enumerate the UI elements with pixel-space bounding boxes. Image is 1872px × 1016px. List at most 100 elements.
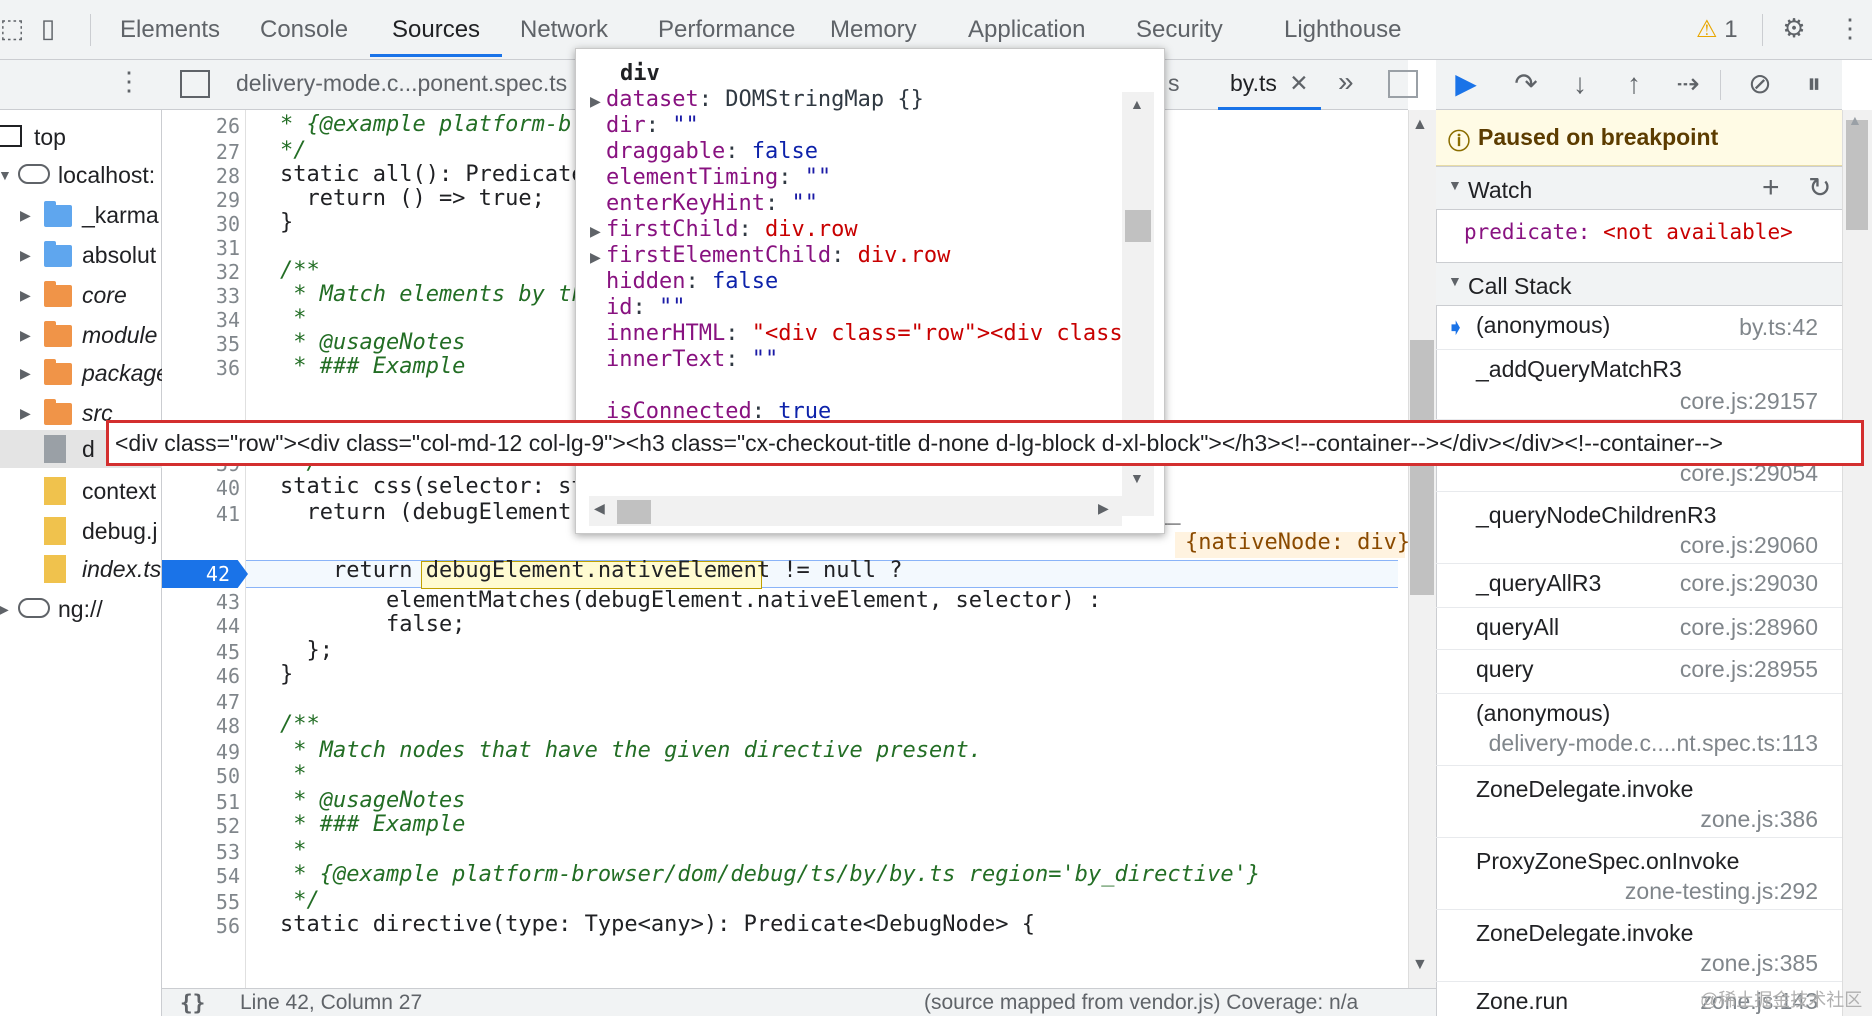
gear-icon[interactable]: ⚙ xyxy=(1776,10,1812,46)
popover-horizontal-scrollbar[interactable] xyxy=(589,496,1122,526)
step-into-icon[interactable]: ↓ xyxy=(1562,66,1598,102)
expanded-triangle-icon[interactable]: ▼ xyxy=(0,156,12,194)
tree-item-file[interactable]: debug.j xyxy=(0,512,162,550)
sidebar-scrollbar[interactable] xyxy=(1842,110,1872,1016)
code-line[interactable]: */ xyxy=(280,138,307,163)
code-line[interactable]: * {@example platform-b xyxy=(280,112,571,137)
navigator-more-icon[interactable]: ⋮ xyxy=(116,66,142,97)
tree-item-folder[interactable]: ▶ package xyxy=(0,354,162,392)
property-row[interactable]: dataset: DOMStringMap {} xyxy=(606,87,924,112)
line-number[interactable]: 30 xyxy=(162,212,240,236)
toggle-debugger-icon[interactable] xyxy=(1388,70,1418,98)
tab-sources[interactable]: Sources xyxy=(370,0,503,57)
line-number[interactable]: 45 xyxy=(162,640,240,664)
editor-tab-hidden[interactable]: s xyxy=(1168,70,1180,97)
line-number[interactable]: 40 xyxy=(162,476,240,500)
line-number[interactable]: 50 xyxy=(162,764,240,788)
deactivate-breakpoints-icon[interactable]: ⊘ xyxy=(1742,66,1778,102)
code-line[interactable]: /** xyxy=(280,258,320,283)
tree-item-ng[interactable]: ▶ ng:// xyxy=(0,590,162,628)
line-number[interactable]: 53 xyxy=(162,840,240,864)
popover-vertical-thumb[interactable] xyxy=(1125,210,1151,242)
call-frame[interactable]: ProxyZoneSpec.onInvoke zone-testing.js:2… xyxy=(1436,838,1842,910)
call-frame[interactable]: ZoneDelegate.invoke zone.js:385 xyxy=(1436,910,1842,982)
line-number[interactable]: 28 xyxy=(162,164,240,188)
line-number[interactable]: 43 xyxy=(162,590,240,614)
editor-scroll-thumb[interactable] xyxy=(1410,340,1434,595)
expand-triangle-icon[interactable]: ▶ xyxy=(590,93,601,110)
expand-triangle-icon[interactable]: ▶ xyxy=(590,249,601,266)
tree-item-localhost[interactable]: ▼ localhost: xyxy=(0,156,162,194)
call-frame[interactable]: _queryNodeChildrenR3 core.js:29060 xyxy=(1436,492,1842,564)
code-line[interactable]: return () => true; xyxy=(280,186,544,211)
breakpoint-marker[interactable]: 42 xyxy=(162,560,248,588)
call-frame[interactable]: _addQueryMatchR3 core.js:29157 xyxy=(1436,350,1842,420)
code-line[interactable]: * @usageNotes xyxy=(280,788,465,813)
call-frame[interactable]: (anonymous) delivery-mode.c....nt.spec.t… xyxy=(1436,694,1842,766)
popover-horizontal-thumb[interactable] xyxy=(617,500,651,524)
code-line[interactable]: * xyxy=(280,306,306,331)
line-number[interactable]: 55 xyxy=(162,890,240,914)
inspect-element-icon[interactable]: ⬚ xyxy=(0,10,30,46)
warnings-indicator[interactable]: ⚠ 1 xyxy=(1696,14,1738,46)
call-frame-current[interactable]: ➧ (anonymous) by.ts:42 xyxy=(1436,306,1842,350)
line-number[interactable]: 49 xyxy=(162,740,240,764)
tree-item-folder[interactable]: ▶ absolut xyxy=(0,236,162,274)
code-line[interactable]: static directive(type: Type<any>): Predi… xyxy=(280,912,1035,937)
line-number[interactable]: 35 xyxy=(162,332,240,356)
sidebar-scroll-thumb[interactable] xyxy=(1846,120,1868,230)
property-row[interactable]: firstChild: div.row xyxy=(606,217,858,242)
collapsed-triangle-icon[interactable]: ▶ xyxy=(20,394,31,432)
tab-console[interactable]: Console xyxy=(238,0,370,58)
call-frame[interactable]: ZoneDelegate.invoke zone.js:386 xyxy=(1436,766,1842,838)
tree-item-folder[interactable]: ▶ _karma xyxy=(0,196,162,234)
scroll-left-icon[interactable]: ◀ xyxy=(594,500,605,517)
collapsed-triangle-icon[interactable]: ▶ xyxy=(20,196,31,234)
line-number[interactable]: 46 xyxy=(162,664,240,688)
pretty-print-icon[interactable]: {} xyxy=(180,991,205,1015)
line-number[interactable]: 47 xyxy=(162,690,240,714)
editor-tab-spec[interactable]: delivery-mode.c...ponent.spec.ts xyxy=(236,70,567,97)
collapsed-triangle-icon[interactable]: ▶ xyxy=(0,590,9,628)
call-frame[interactable]: query core.js:28955 xyxy=(1436,650,1842,694)
tree-item-folder[interactable]: ▶ module xyxy=(0,316,162,354)
watch-expression[interactable]: predicate: <not available> xyxy=(1464,220,1793,244)
line-number[interactable]: 27 xyxy=(162,140,240,164)
property-row[interactable]: hidden: false xyxy=(606,269,778,294)
scroll-up-icon[interactable]: ▲ xyxy=(1130,96,1144,112)
scroll-up-icon[interactable]: ▲ xyxy=(1848,112,1862,128)
property-row[interactable]: enterKeyHint: "" xyxy=(606,191,818,216)
code-line[interactable]: /** xyxy=(280,712,320,737)
line-number[interactable]: 29 xyxy=(162,188,240,212)
line-number[interactable]: 26 xyxy=(162,114,240,138)
step-over-icon[interactable]: ↷ xyxy=(1508,66,1544,102)
tab-lighthouse[interactable]: Lighthouse xyxy=(1262,0,1423,58)
line-number[interactable]: 36 xyxy=(162,356,240,380)
code-line[interactable]: * ### Example xyxy=(280,812,465,837)
code-line[interactable]: * {@example platform-browser/dom/debug/t… xyxy=(280,862,1260,887)
code-line-current[interactable]: return debugElement.nativeElement != nul… xyxy=(280,558,903,583)
tree-item-folder[interactable]: ▶ core xyxy=(0,276,162,314)
collapsed-triangle-icon[interactable]: ▶ xyxy=(20,354,31,392)
tree-item-top[interactable]: top xyxy=(0,118,162,156)
code-line[interactable]: } xyxy=(280,210,293,235)
property-row[interactable]: innerHTML: "<div class="row"><div class xyxy=(606,321,1123,346)
code-line[interactable]: * xyxy=(280,762,306,787)
more-tabs-icon[interactable]: » xyxy=(1338,66,1354,98)
code-line[interactable]: static all(): Predicate xyxy=(280,162,585,187)
property-row[interactable]: firstElementChild: div.row xyxy=(606,243,950,268)
property-row[interactable]: id: "" xyxy=(606,295,686,320)
tree-item-file[interactable]: index.ts xyxy=(0,550,162,588)
more-options-icon[interactable]: ⋮ xyxy=(1832,10,1868,46)
code-line[interactable]: } xyxy=(280,662,293,687)
line-number[interactable]: 31 xyxy=(162,236,240,260)
code-line[interactable]: */ xyxy=(280,888,320,913)
watch-section-header[interactable]: ▼ Watch + ↻ xyxy=(1436,166,1842,210)
refresh-icon[interactable]: ↻ xyxy=(1808,171,1831,204)
call-frame[interactable]: _queryAllR3 core.js:29030 xyxy=(1436,564,1842,608)
scroll-right-icon[interactable]: ▶ xyxy=(1098,500,1109,517)
resume-icon[interactable]: ▶ xyxy=(1448,66,1484,102)
tab-elements[interactable]: Elements xyxy=(98,0,242,58)
call-stack-header[interactable]: ▼ Call Stack xyxy=(1436,262,1842,306)
code-line[interactable]: * @usageNotes xyxy=(280,330,465,355)
